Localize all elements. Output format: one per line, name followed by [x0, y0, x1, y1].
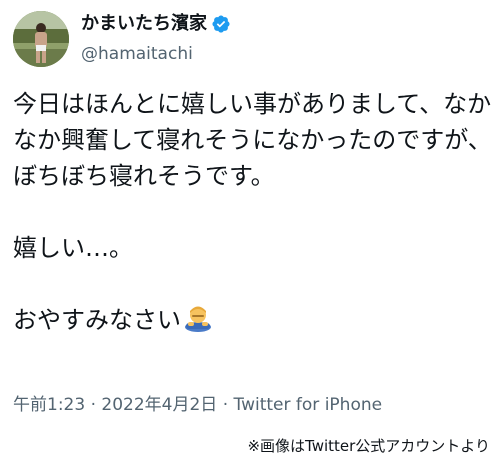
tweet-date[interactable]: 2022年4月2日 — [101, 395, 217, 415]
tweet-paragraph-3: おやすみなさい — [13, 302, 493, 338]
display-name[interactable]: かまいたち濱家 — [81, 12, 207, 36]
meta-separator: · — [90, 395, 96, 415]
tweet-metadata: 午前1:23 · 2022年4月2日 · Twitter for iPhone — [13, 393, 382, 417]
avatar-image — [13, 11, 69, 67]
tweet-card: かまいたち濱家 @hamaitachi 今日はほんとに嬉しい事がありまして、なか… — [0, 0, 500, 460]
avatar[interactable] — [13, 11, 69, 67]
tweet-header: かまいたち濱家 @hamaitachi — [13, 11, 231, 67]
tweet-text: 今日はほんとに嬉しい事がありまして、なかなか興奮して寝れそうになかったのですが、… — [13, 86, 493, 338]
meta-separator: · — [222, 395, 229, 415]
tweet-author: かまいたち濱家 @hamaitachi — [81, 12, 231, 66]
goodnight-text: おやすみなさい — [13, 306, 181, 334]
tweet-paragraph-1: 今日はほんとに嬉しい事がありまして、なかなか興奮して寝れそうになかったのですが、… — [13, 90, 492, 190]
image-credit: ※画像はTwitter公式アカウントより — [247, 437, 490, 455]
user-handle[interactable]: @hamaitachi — [81, 42, 231, 66]
tweet-paragraph-2: 嬉しい…。 — [13, 234, 133, 262]
tweet-time[interactable]: 午前1:23 — [13, 395, 85, 415]
verified-badge-icon — [211, 14, 231, 34]
tweet-source[interactable]: Twitter for iPhone — [234, 395, 383, 415]
bowing-man-emoji-icon — [183, 303, 213, 333]
name-row: かまいたち濱家 — [81, 12, 231, 36]
